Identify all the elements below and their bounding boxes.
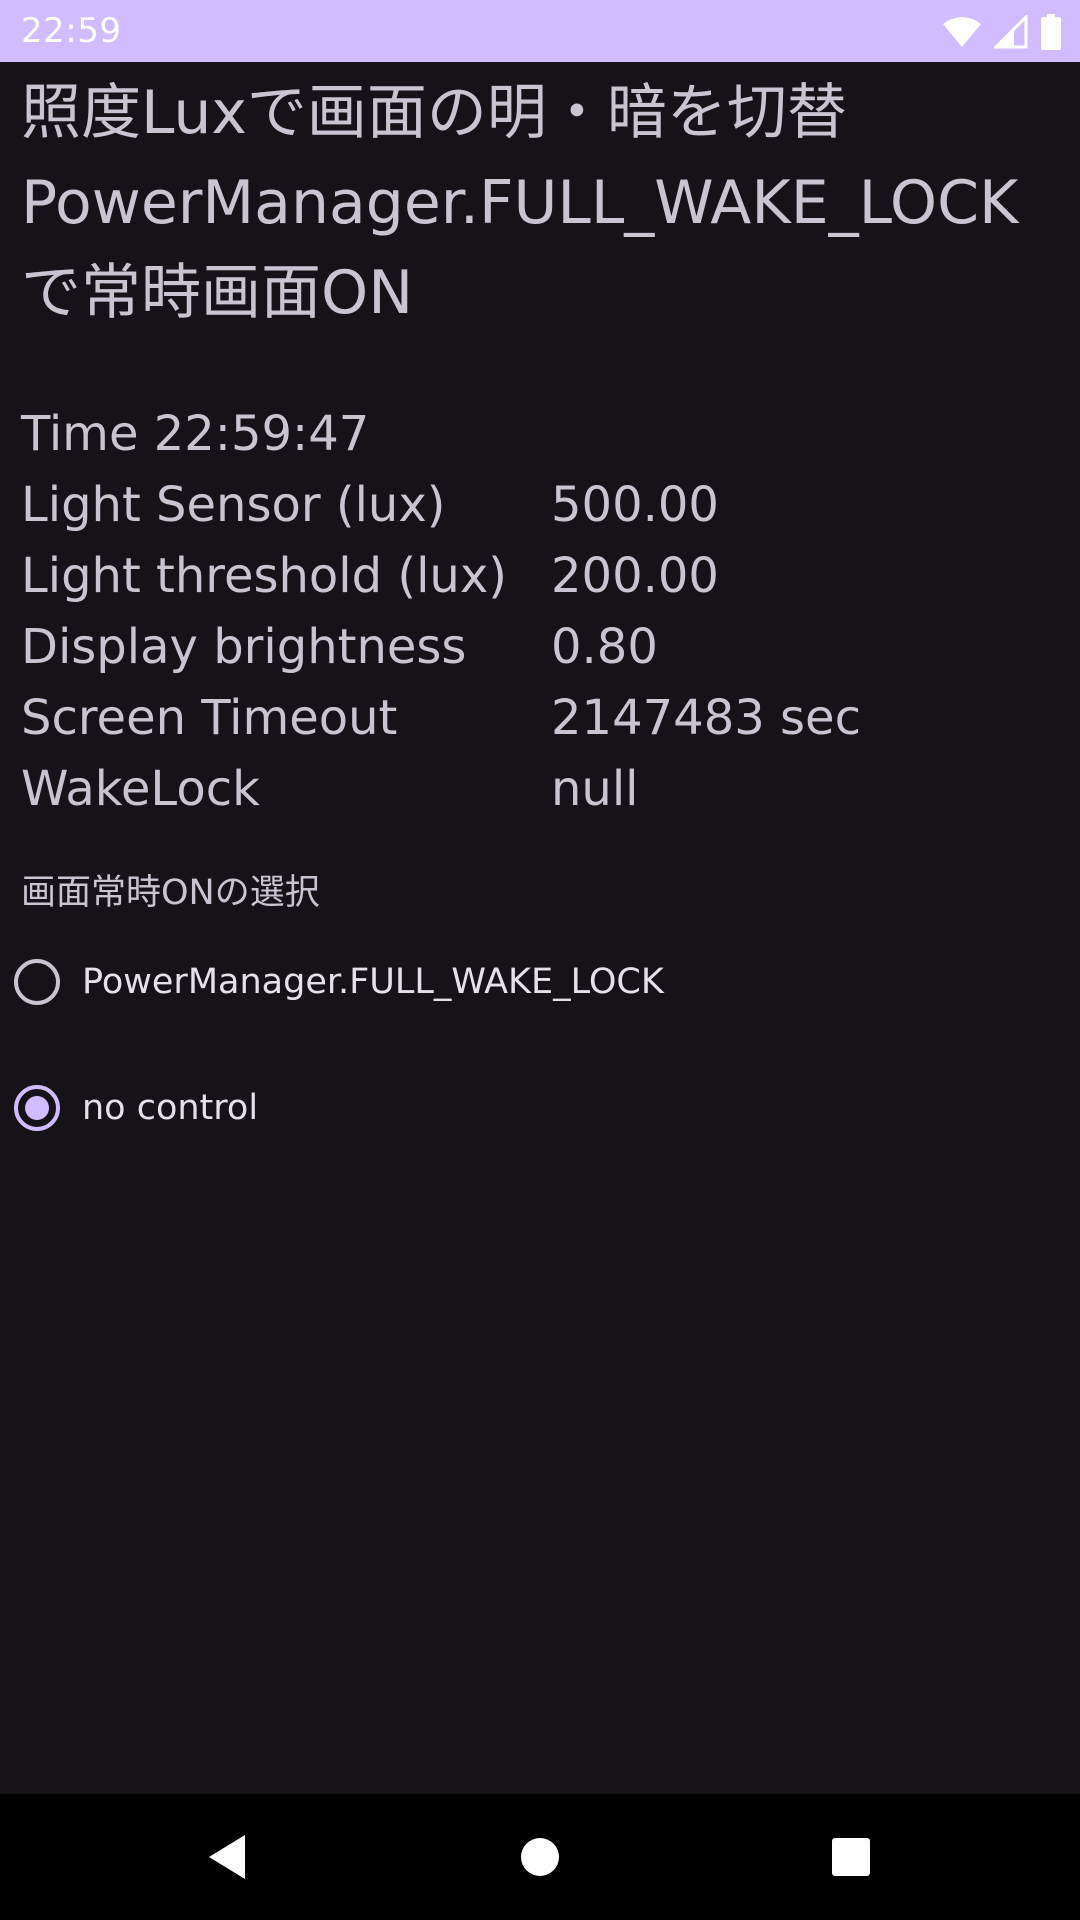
- home-button[interactable]: [497, 1814, 583, 1900]
- page-title: 照度Luxで画面の明・暗を切替 PowerManager.FULL_WAKE_L…: [21, 78, 1019, 328]
- radio-no-control-label: no control: [82, 1088, 259, 1128]
- radio-full-wake-lock-label: PowerManager.FULL_WAKE_LOCK: [82, 962, 664, 1002]
- navigation-bar: [0, 1794, 1080, 1920]
- radio-no-control[interactable]: no control: [14, 1078, 258, 1138]
- screen-timeout-value: 2147483 sec: [551, 689, 861, 746]
- recents-icon: [832, 1838, 870, 1876]
- wakelock-label: WakeLock: [21, 760, 260, 817]
- sensor-info-table: Time 22:59:47 Light Sensor (lux) 500.00 …: [21, 398, 1061, 824]
- cell-signal-icon: [994, 15, 1028, 49]
- radio-checked-icon[interactable]: [14, 1085, 60, 1131]
- display-brightness-row: Display brightness 0.80: [21, 611, 1061, 682]
- status-bar: 22:59: [0, 0, 1080, 62]
- light-sensor-row: Light Sensor (lux) 500.00: [21, 469, 1061, 540]
- light-sensor-label: Light Sensor (lux): [21, 476, 446, 533]
- status-time: 22:59: [21, 11, 122, 51]
- main-content: 照度Luxで画面の明・暗を切替 PowerManager.FULL_WAKE_L…: [0, 62, 1080, 1794]
- light-threshold-value: 200.00: [551, 547, 719, 604]
- time-label: Time 22:59:47: [21, 405, 370, 462]
- display-brightness-label: Display brightness: [21, 618, 467, 675]
- screen-on-section-label: 画面常時ONの選択: [21, 873, 320, 913]
- light-sensor-value: 500.00: [551, 476, 719, 533]
- wakelock-value: null: [551, 760, 639, 817]
- home-icon: [521, 1838, 559, 1876]
- time-row: Time 22:59:47: [21, 398, 1061, 469]
- recents-button[interactable]: [808, 1814, 894, 1900]
- light-threshold-label: Light threshold (lux): [21, 547, 507, 604]
- radio-unchecked-icon[interactable]: [14, 959, 60, 1005]
- light-threshold-row: Light threshold (lux) 200.00: [21, 540, 1061, 611]
- battery-icon: [1040, 14, 1062, 50]
- back-button[interactable]: [182, 1814, 268, 1900]
- app-screen: 22:59 照度Luxで画面の明・暗を切替 PowerManager.FULL_…: [0, 0, 1080, 1920]
- wakelock-row: WakeLock null: [21, 753, 1061, 824]
- status-icons: [942, 12, 1062, 52]
- screen-timeout-row: Screen Timeout 2147483 sec: [21, 682, 1061, 753]
- radio-full-wake-lock[interactable]: PowerManager.FULL_WAKE_LOCK: [14, 952, 664, 1012]
- display-brightness-value: 0.80: [551, 618, 658, 675]
- screen-timeout-label: Screen Timeout: [21, 689, 398, 746]
- back-icon: [209, 1835, 245, 1879]
- wifi-icon: [942, 16, 982, 48]
